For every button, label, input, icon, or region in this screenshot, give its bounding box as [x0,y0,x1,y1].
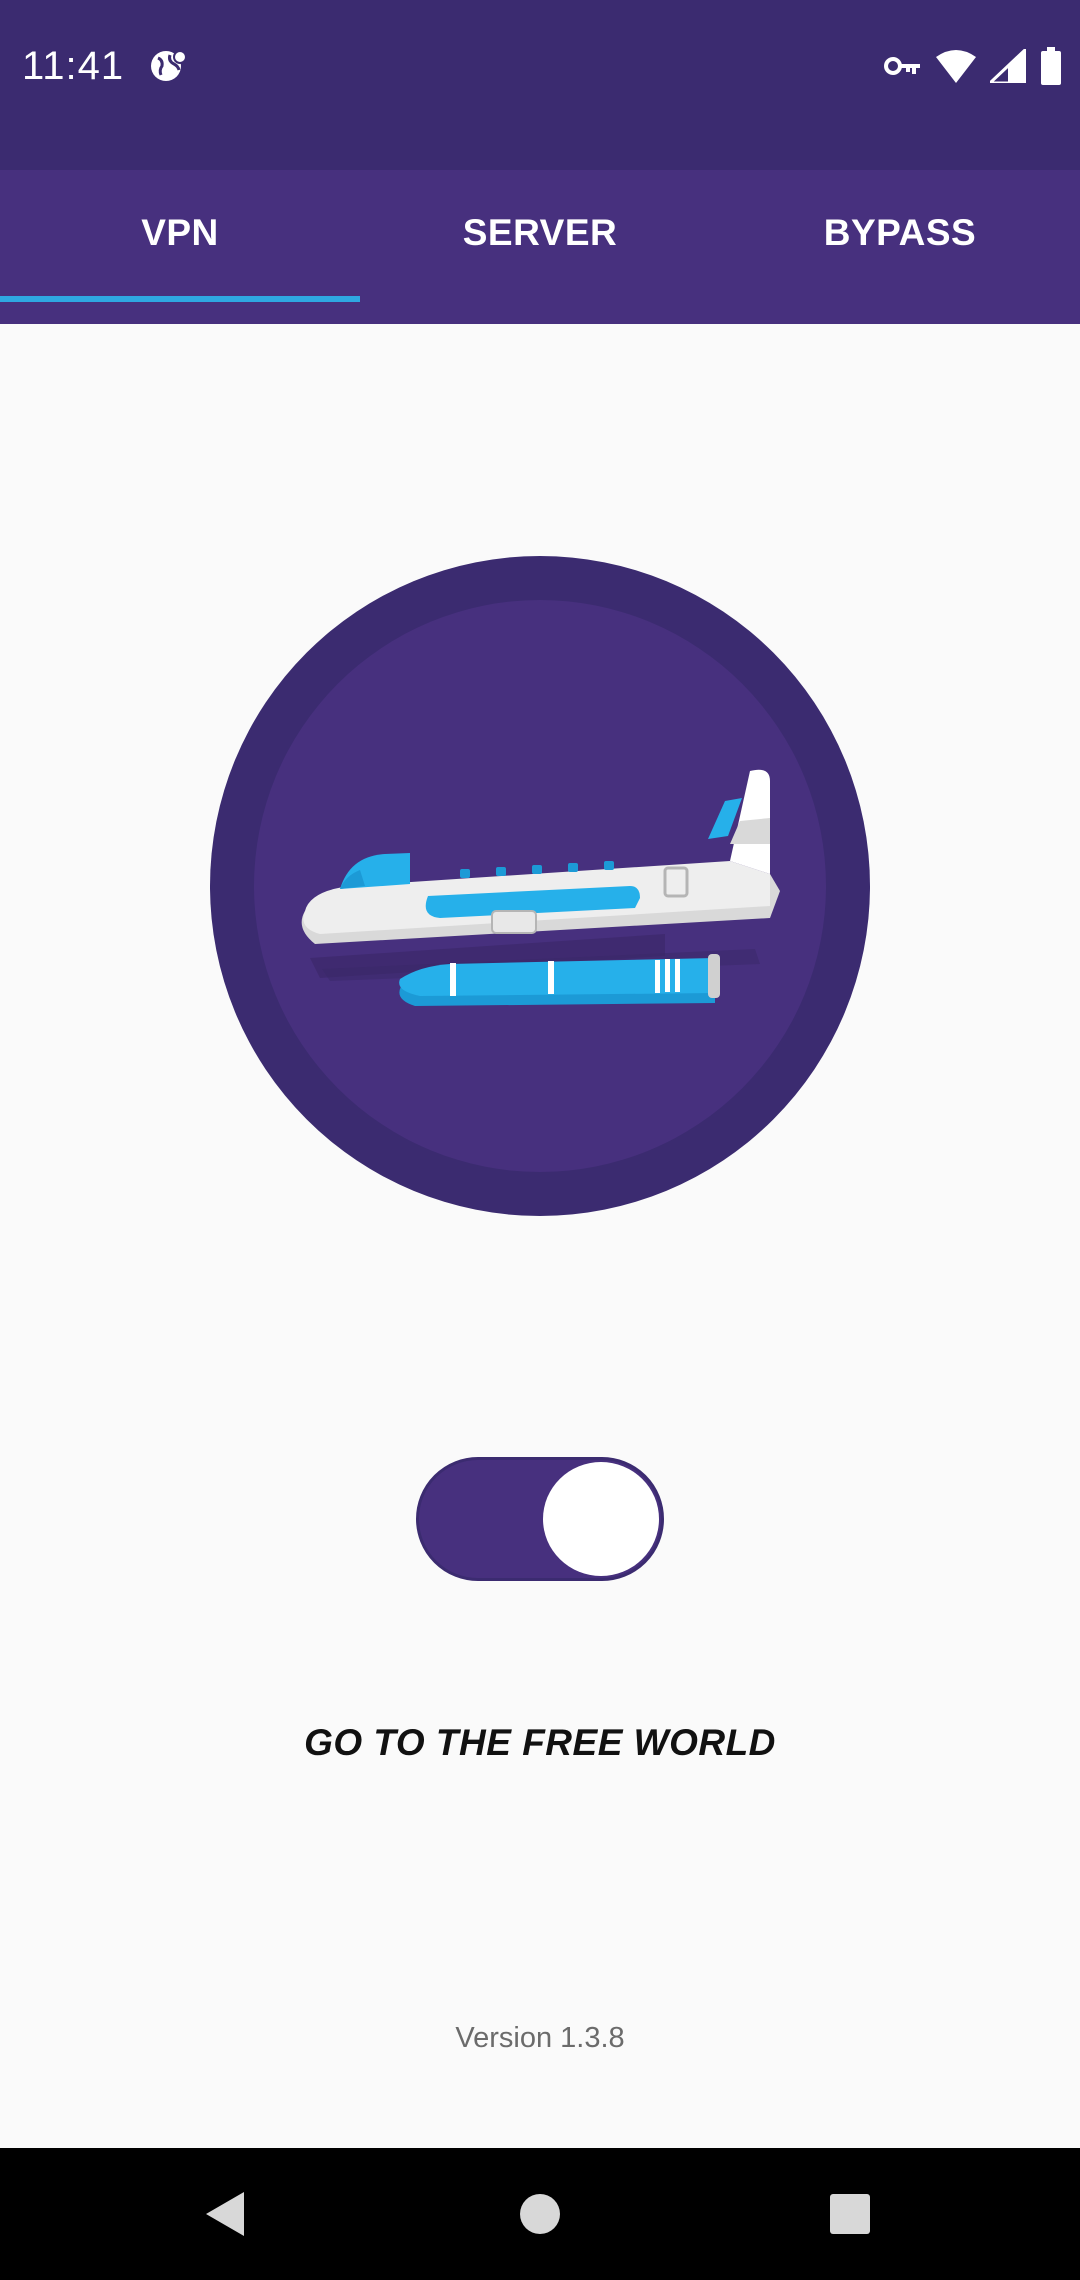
vpn-globe-icon [148,46,188,86]
connect-caption: GO TO THE FREE WORLD [304,1722,776,1763]
vpn-toggle-switch[interactable] [416,1457,664,1581]
hero-illustration [210,556,870,1216]
system-nav-bar [0,2148,1080,2280]
tab-server[interactable]: SERVER [360,170,720,324]
signal-icon [990,49,1026,83]
toggle-knob [543,1462,659,1576]
status-bar: 11:41 [0,0,1080,170]
status-time: 11:41 [22,44,125,88]
vpn-key-icon [884,54,922,78]
status-icons [884,46,1062,86]
back-icon[interactable] [196,2184,256,2244]
recents-icon[interactable] [820,2184,880,2244]
tab-bypass[interactable]: BYPASS [720,170,1080,324]
tab-indicator [0,296,360,302]
version-label: Version 1.3.8 [455,2022,625,2054]
tab-bar: VPN SERVER BYPASS [0,170,1080,324]
home-icon[interactable] [510,2184,570,2244]
wifi-icon [936,49,976,83]
battery-icon [1040,47,1062,85]
